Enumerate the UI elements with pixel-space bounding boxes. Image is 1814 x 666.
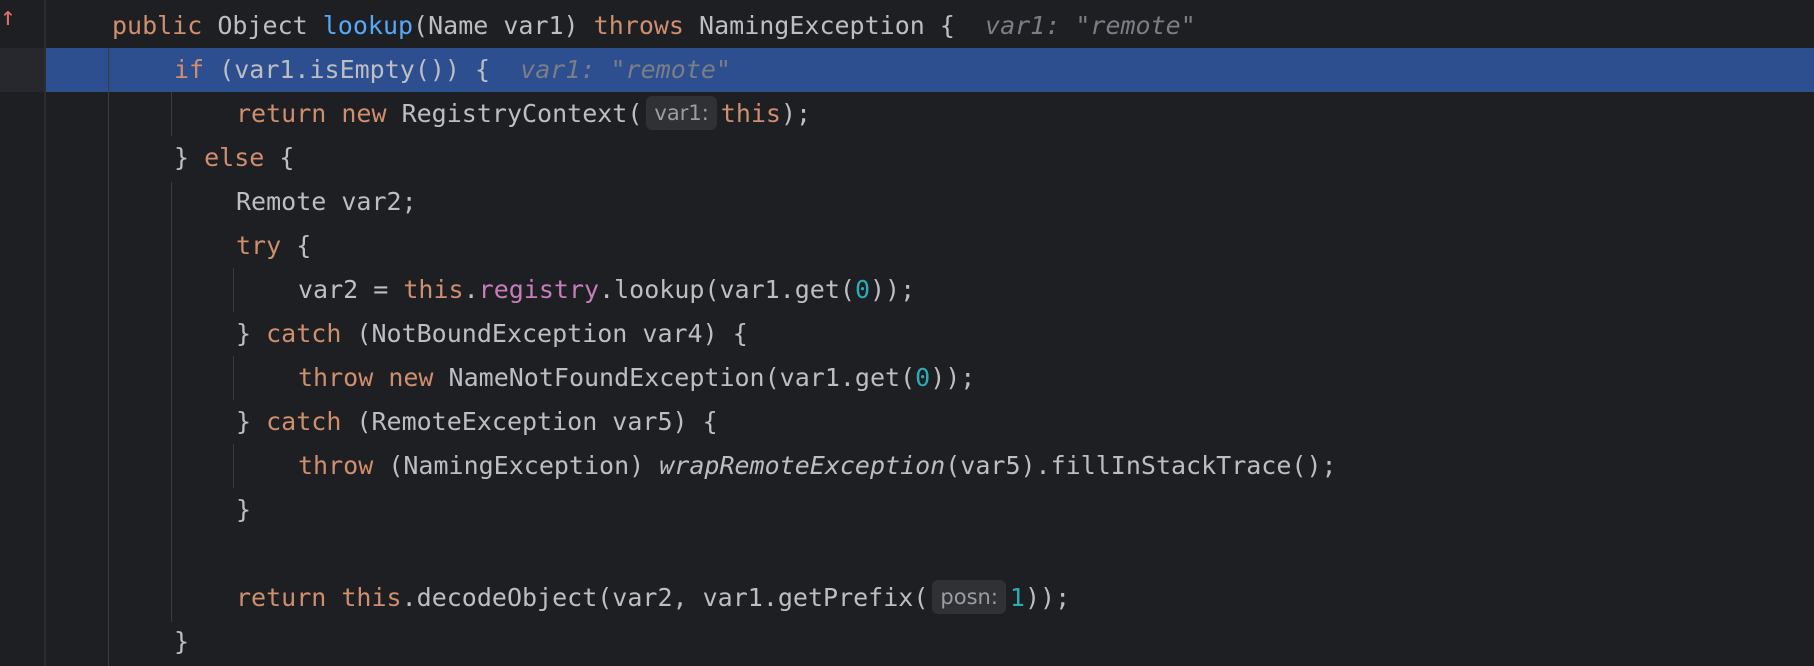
code-text: RegistryContext( [386,99,643,128]
code-text: { [264,143,295,172]
keyword-else: else [204,143,265,172]
field-registry: registry [478,275,600,304]
code-text: } [236,495,252,524]
keyword-catch: catch [266,407,342,436]
debugger-inline-value: var1: "remote" [985,11,1196,40]
indent-guide [233,268,234,312]
keyword-new: new [341,99,387,128]
code-text: .lookup(var1.get( [599,275,855,304]
keyword-throw: throw [298,451,374,480]
code-text: NameNotFoundException(var1.get( [433,363,916,392]
indent-guide [108,48,109,666]
code-editor[interactable]: ↑ public Object lookup(Name var1) throws… [0,0,1814,666]
code-line-method-signature[interactable]: public Object lookup(Name var1) throws N… [112,4,1196,48]
method-name-lookup: lookup [322,11,414,40]
execution-point-gutter-cell [0,48,44,92]
code-line-return-decode-object[interactable]: return this.decodeObject(var2, var1.getP… [236,576,1070,620]
code-line-close-brace[interactable]: } [174,620,189,664]
indent-guide [233,356,234,400]
code-line-if-isempty[interactable]: if (var1.isEmpty()) { var1: "remote" [174,48,731,92]
keyword-catch: catch [266,319,342,348]
code-text: } [236,319,267,348]
keyword-throw: throw [298,363,374,392]
parameter-name-hint: var1: [646,96,717,130]
code-text: .decodeObject(var2, var1.getPrefix( [401,583,929,612]
code-text: )); [870,275,916,304]
code-text: { [281,231,312,260]
code-text: (NamingException) [373,451,660,480]
code-text: (Name var1) [413,11,594,40]
number-literal: 0 [915,363,931,392]
indent-guide [233,444,234,488]
code-line-return-registry-context[interactable]: return new RegistryContext(var1: this); [236,92,811,136]
code-line-catch-notbound[interactable]: } catch (NotBoundException var4) { [236,312,748,356]
indent-guide [171,182,172,622]
code-line-try[interactable]: try { [236,224,311,268]
keyword-this: this [720,99,781,128]
code-line-throw-name-not-found[interactable]: throw new NameNotFoundException(var1.get… [298,356,975,400]
code-text: } [174,627,190,656]
code-text: Remote var2; [236,187,417,216]
code-text: (RemoteException var5) { [341,407,718,436]
code-line-close-brace[interactable]: } [236,488,251,532]
static-method-wrap-remote-exception: wrapRemoteException [659,451,946,480]
code-text: )); [930,363,976,392]
keyword-return: return [236,99,327,128]
code-line-remote-declaration[interactable]: Remote var2; [236,180,417,224]
keyword-this: this [403,275,464,304]
number-literal: 0 [854,275,870,304]
keyword-try: try [236,231,282,260]
code-text: Object [202,11,323,40]
code-text: (NotBoundException var4) { [341,319,748,348]
code-text: NamingException { [683,11,955,40]
keyword-if: if [174,55,205,84]
parameter-name-hint: posn: [932,580,1006,614]
number-literal: 1 [1009,583,1025,612]
code-text: ); [781,99,812,128]
code-line-registry-lookup[interactable]: var2 = this.registry.lookup(var1.get(0))… [298,268,915,312]
code-text: } [236,407,267,436]
code-text: . [463,275,479,304]
code-text: } [174,143,205,172]
code-text: var2 = [298,275,404,304]
code-text: (var1.isEmpty()) { [204,55,491,84]
code-text: )); [1024,583,1071,612]
keyword-this: this [341,583,402,612]
code-text: (var5).fillInStackTrace(); [945,451,1337,480]
keyword-throws: throws [593,11,684,40]
debugger-inline-value: var1: "remote" [520,55,731,84]
keyword-return: return [236,583,327,612]
indent-guide [171,92,172,136]
code-line-else[interactable]: } else { [174,136,294,180]
editor-gutter[interactable]: ↑ [0,0,46,666]
up-arrow-icon[interactable]: ↑ [0,4,16,30]
code-line-throw-wrap-remote[interactable]: throw (NamingException) wrapRemoteExcept… [298,444,1337,488]
code-line-catch-remote[interactable]: } catch (RemoteException var5) { [236,400,718,444]
keyword-public: public [112,11,203,40]
keyword-new: new [388,363,434,392]
